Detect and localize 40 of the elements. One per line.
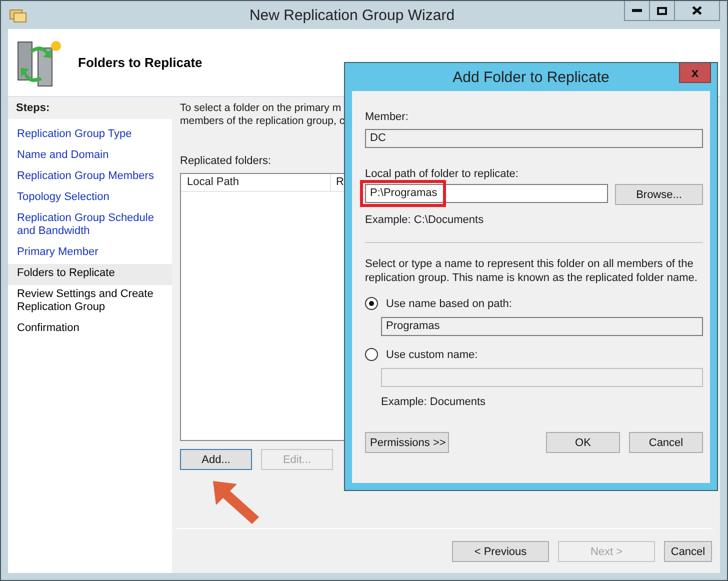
radio-button[interactable] — [365, 297, 378, 310]
permissions-button[interactable]: Permissions >> — [365, 432, 449, 453]
radio-button[interactable] — [365, 348, 378, 361]
column-header[interactable]: R — [331, 174, 344, 191]
name-field[interactable] — [381, 368, 703, 387]
close-icon — [692, 6, 702, 15]
add-button[interactable]: Add... — [180, 449, 252, 470]
maximize-icon — [657, 6, 667, 14]
arrow-icon — [213, 481, 259, 524]
steps-heading: Steps: — [8, 97, 172, 119]
ok-button[interactable]: OK — [546, 432, 620, 453]
step-item[interactable]: Review Settings and Create Replication Group — [8, 285, 172, 319]
close-button[interactable]: x — [679, 63, 711, 83]
step-item[interactable]: Folders to Replicate — [8, 264, 172, 285]
member-field[interactable]: DC — [365, 129, 703, 148]
browse-button[interactable]: Browse... — [615, 184, 703, 205]
folders-icon — [9, 7, 27, 23]
step-item[interactable]: Confirmation — [8, 319, 172, 340]
list-label: Replicated folders: — [180, 155, 272, 167]
step-item[interactable]: Name and Domain — [8, 146, 172, 167]
example-text: Example: C:\Documents — [365, 214, 485, 226]
dialog-title: Add Folder to Replicate — [452, 68, 610, 86]
step-item[interactable]: Replication Group Type — [8, 125, 172, 146]
radio-label[interactable]: Use custom name: — [386, 348, 478, 360]
close-button[interactable] — [674, 1, 720, 21]
step-item[interactable]: Replication Group Members — [8, 167, 172, 188]
cancel-button[interactable]: Cancel — [629, 432, 703, 453]
minimize-icon — [632, 8, 642, 12]
column-header[interactable]: Local Path — [181, 174, 331, 191]
name-field[interactable]: Programas — [381, 317, 703, 336]
field-label: Member: — [365, 111, 410, 123]
minimize-button[interactable] — [624, 1, 650, 21]
page-title: Folders to Replicate — [78, 55, 202, 70]
step-item[interactable]: Replication Group Schedule and Bandwidth — [8, 209, 172, 243]
path-field[interactable]: P:\Programas — [365, 184, 608, 203]
previous-button[interactable]: < Previous — [452, 541, 549, 562]
window-title: New Replication Group Wizard — [248, 6, 456, 24]
cancel-button[interactable]: Cancel — [664, 541, 712, 562]
step-item[interactable]: Primary Member — [8, 243, 172, 264]
step-item[interactable]: Topology Selection — [8, 188, 172, 209]
